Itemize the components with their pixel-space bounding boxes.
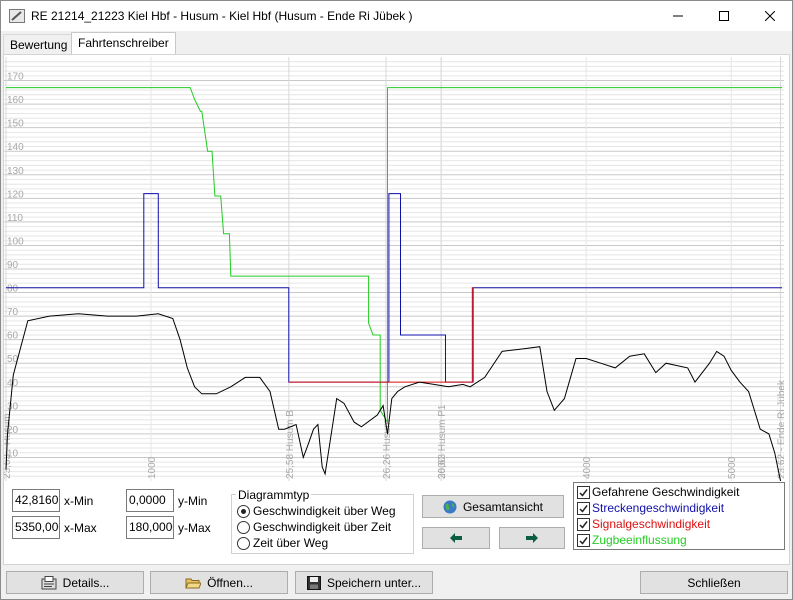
minimize-button[interactable]	[655, 1, 701, 31]
series-legend: Gefahrene Geschwindigkeit Streckengeschw…	[573, 482, 785, 550]
tab-bewertung[interactable]: Bewertung	[3, 34, 75, 55]
y-tick-label: 30	[7, 401, 19, 412]
arrow-right-icon	[526, 533, 538, 543]
close-window-button[interactable]	[747, 1, 793, 31]
tab-fahrtenschreiber[interactable]: Fahrtenschreiber	[71, 32, 176, 55]
checkbox-checked-icon	[577, 501, 590, 515]
legend-item-train-control[interactable]: Zugbeeinflussung	[577, 533, 687, 547]
app-icon	[9, 9, 25, 23]
tab-strip: Bewertung Fahrtenschreiber	[1, 31, 792, 55]
close-icon	[765, 11, 775, 21]
legend-label: Zugbeeinflussung	[592, 533, 687, 547]
details-icon	[41, 575, 57, 589]
x-max-label: x-Max	[64, 521, 97, 535]
radio-time-over-distance[interactable]: Zeit über Weg	[237, 536, 328, 550]
y-tick-label: 170	[7, 72, 24, 83]
arrow-left-icon	[450, 533, 462, 543]
station-label: 26,26 Husum	[382, 420, 393, 479]
window: RE 21214_21223 Kiel Hbf - Husum - Kiel H…	[0, 0, 793, 600]
title-bar: RE 21214_21223 Kiel Hbf - Husum - Kiel H…	[1, 1, 792, 31]
y-tick-label: 80	[7, 284, 19, 295]
x-min-label: x-Min	[64, 494, 94, 508]
y-tick-label: 70	[7, 307, 19, 318]
folder-open-icon	[185, 578, 202, 588]
overview-button[interactable]: Gesamtansicht	[422, 495, 564, 518]
y-tick-label: 90	[7, 260, 19, 271]
radio-selected-icon	[237, 504, 250, 518]
y-max-label: y-Max	[178, 521, 211, 535]
legend-label: Gefahrene Geschwindigkeit	[592, 485, 740, 499]
y-tick-label: 130	[7, 166, 24, 177]
legend-item-driven-speed[interactable]: Gefahrene Geschwindigkeit	[577, 485, 739, 499]
x-min-input[interactable]: 42,8160	[12, 489, 60, 512]
radio-unselected-icon	[237, 520, 250, 534]
radio-speed-over-distance[interactable]: Geschwindigkeit über Weg	[237, 504, 396, 518]
scroll-right-button[interactable]	[499, 527, 565, 549]
y-tick-label: 140	[7, 142, 24, 153]
station-label: 23,62 - Ende Ri Jübek	[777, 379, 784, 479]
y-tick-label: 60	[7, 331, 19, 342]
speed-chart[interactable]: 1020304050607080901001101201301401501601…	[4, 57, 784, 481]
y-tick-label: 160	[7, 95, 24, 106]
radio-label: Zeit über Weg	[253, 536, 329, 550]
y-tick-label: 120	[7, 189, 24, 200]
y-max-input[interactable]: 180,0000	[126, 516, 174, 539]
details-label: Details...	[62, 575, 110, 590]
checkbox-checked-icon	[577, 533, 590, 547]
x-max-input[interactable]: 5350,000	[12, 516, 60, 539]
station-label: 25,58 Husum B	[285, 410, 296, 479]
minimize-icon	[673, 15, 683, 17]
legend-item-signal-speed[interactable]: Signalgeschwindigkeit	[577, 517, 710, 531]
radio-unselected-icon	[237, 536, 250, 550]
legend-item-track-speed[interactable]: Streckengeschwindigkeit	[577, 501, 724, 515]
legend-label: Streckengeschwindigkeit	[592, 501, 725, 515]
maximize-button[interactable]	[701, 1, 747, 31]
station-label: 26,63 Husum P1	[437, 404, 448, 479]
checkbox-checked-icon	[577, 485, 590, 499]
y-tick-label: 100	[7, 236, 24, 247]
open-label: Öffnen...	[207, 575, 253, 590]
maximize-icon	[719, 11, 729, 21]
y-tick-label: 110	[7, 213, 23, 224]
close-button[interactable]: Schließen	[640, 571, 788, 594]
save-as-label: Speichern unter...	[326, 575, 422, 590]
y-tick-label: 150	[7, 119, 24, 130]
x-tick-label: 1000	[147, 456, 158, 479]
overview-label: Gesamtansicht	[462, 499, 544, 514]
globe-icon	[443, 500, 457, 513]
legend-label: Signalgeschwindigkeit	[592, 517, 711, 531]
x-tick-label: 4000	[582, 456, 593, 479]
y-min-input[interactable]: 0,0000	[126, 489, 174, 512]
x-tick-label: 5000	[727, 456, 738, 479]
scroll-left-button[interactable]	[422, 527, 490, 549]
close-label: Schließen	[687, 575, 741, 590]
diagram-type-title: Diagrammtyp	[236, 488, 312, 502]
details-button[interactable]: Details...	[6, 571, 144, 594]
open-button[interactable]: Öffnen...	[150, 571, 288, 594]
y-min-label: y-Min	[178, 494, 208, 508]
radio-label: Geschwindigkeit über Zeit	[253, 520, 392, 534]
save-as-button[interactable]: Speichern unter...	[295, 571, 433, 594]
checkbox-checked-icon	[577, 517, 590, 531]
radio-label: Geschwindigkeit über Weg	[253, 504, 396, 518]
window-title: RE 21214_21223 Kiel Hbf - Husum - Kiel H…	[31, 9, 413, 23]
floppy-disk-icon	[306, 575, 321, 590]
radio-speed-over-time[interactable]: Geschwindigkeit über Zeit	[237, 520, 391, 534]
